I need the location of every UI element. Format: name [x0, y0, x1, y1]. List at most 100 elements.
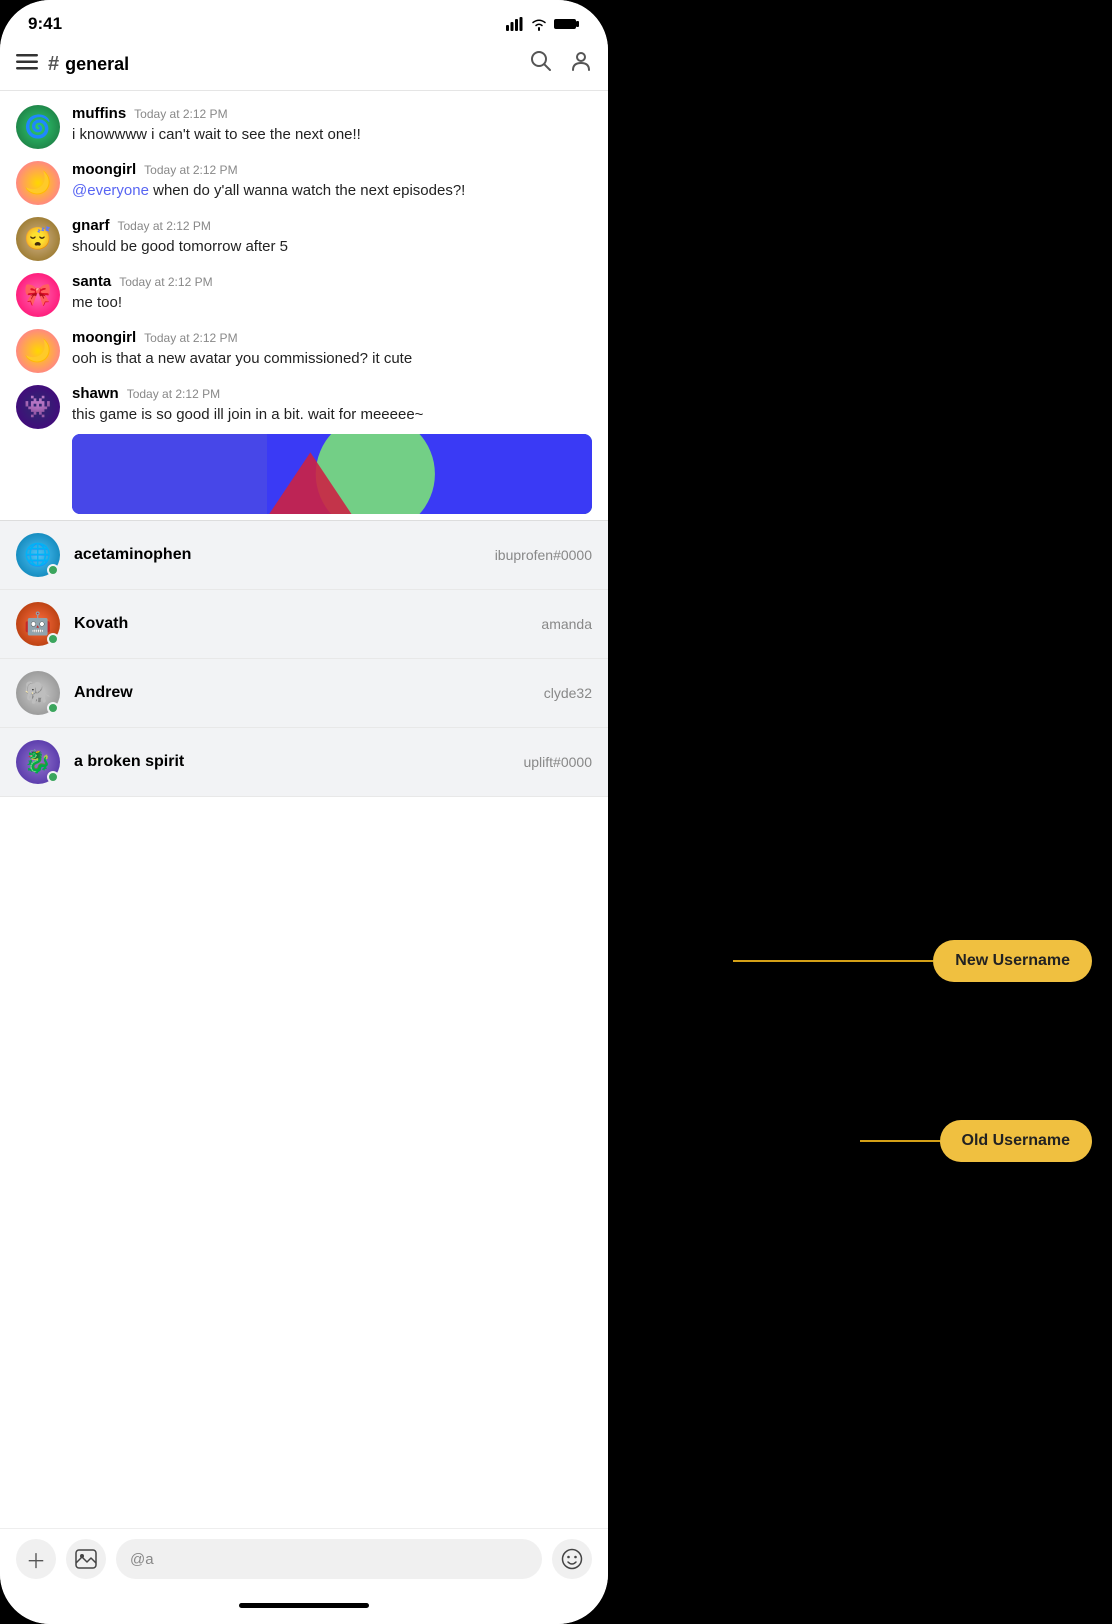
member-avatar-wrap: 🐉 [16, 740, 60, 784]
username-muffins: muffins [72, 105, 126, 122]
old-username-annotation: Old Username [860, 1120, 1092, 1162]
annotation-container: New Username Old Username [608, 0, 1112, 1624]
status-bar: 9:41 [0, 0, 608, 42]
member-handle: uplift#0000 [523, 754, 592, 770]
menu-lines [16, 54, 38, 70]
username-moongirl: moongirl [72, 161, 136, 178]
chat-area[interactable]: 🌀 muffins Today at 2:12 PM i knowwww i c… [0, 91, 608, 1528]
message-time: Today at 2:12 PM [134, 107, 227, 121]
online-indicator [47, 702, 59, 714]
username-santa: santa [72, 273, 111, 290]
message-header: moongirl Today at 2:12 PM [72, 161, 592, 178]
message-header: gnarf Today at 2:12 PM [72, 217, 592, 234]
member-row[interactable]: 🐘 Andrew clyde32 [0, 659, 608, 728]
message-content: shawn Today at 2:12 PM this game is so g… [72, 385, 592, 514]
member-handle: amanda [541, 616, 592, 632]
header-actions [530, 50, 592, 78]
avatar: 🎀 [16, 273, 60, 317]
image-embed [72, 434, 592, 514]
message-row: 👾 shawn Today at 2:12 PM this game is so… [0, 379, 608, 520]
member-row[interactable]: 🐉 a broken spirit uplift#0000 [0, 728, 608, 797]
message-content: santa Today at 2:12 PM me too! [72, 273, 592, 314]
message-text: @everyone when do y'all wanna watch the … [72, 180, 592, 202]
username-shawn: shawn [72, 385, 119, 402]
image-icon [75, 1549, 97, 1569]
members-icon[interactable] [570, 50, 592, 78]
message-content: muffins Today at 2:12 PM i knowwww i can… [72, 105, 592, 146]
message-row: 😴 gnarf Today at 2:12 PM should be good … [0, 211, 608, 267]
member-displayname: a broken spirit [74, 753, 509, 771]
home-indicator-wrap [0, 1603, 608, 1624]
message-header: santa Today at 2:12 PM [72, 273, 592, 290]
new-username-annotation: New Username [733, 940, 1092, 982]
wifi-icon [530, 17, 548, 31]
avatar: 🌙 [16, 329, 60, 373]
member-avatar-wrap: 🤖 [16, 602, 60, 646]
status-time: 9:41 [28, 14, 62, 34]
username-gnarf: gnarf [72, 217, 110, 234]
avatar: 👾 [16, 385, 60, 429]
plus-icon: ＋ [26, 1545, 46, 1574]
hash-icon: # [48, 53, 59, 76]
old-username-bubble: Old Username [940, 1120, 1092, 1162]
signal-icon [506, 17, 524, 31]
message-time: Today at 2:12 PM [118, 219, 211, 233]
message-text: ooh is that a new avatar you commissione… [72, 348, 592, 370]
online-indicator [47, 771, 59, 783]
member-row[interactable]: 🌐 acetaminophen ibuprofen#0000 [0, 521, 608, 590]
message-content: moongirl Today at 2:12 PM ooh is that a … [72, 329, 592, 370]
member-avatar-wrap: 🌐 [16, 533, 60, 577]
bottom-bar: ＋ @a [0, 1528, 608, 1603]
username-moongirl2: moongirl [72, 329, 136, 346]
mention-everyone: @everyone [72, 182, 149, 199]
emoji-icon [561, 1548, 583, 1570]
add-button[interactable]: ＋ [16, 1539, 56, 1579]
online-indicator [47, 564, 59, 576]
phone-container: 9:41 [0, 0, 608, 1624]
status-icons [506, 17, 580, 31]
message-header: moongirl Today at 2:12 PM [72, 329, 592, 346]
avatar: 🌙 [16, 161, 60, 205]
avatar: 😴 [16, 217, 60, 261]
message-content: moongirl Today at 2:12 PM @everyone when… [72, 161, 592, 202]
annotation-line-old [860, 1140, 940, 1142]
message-header: shawn Today at 2:12 PM [72, 385, 592, 402]
members-list: 🌐 acetaminophen ibuprofen#0000 🤖 Kovath … [0, 520, 608, 797]
header: # general [0, 42, 608, 91]
battery-icon [554, 17, 580, 31]
member-displayname: acetaminophen [74, 546, 481, 564]
member-avatar-wrap: 🐘 [16, 671, 60, 715]
avatar: 🌀 [16, 105, 60, 149]
message-row: 🌀 muffins Today at 2:12 PM i knowwww i c… [0, 99, 608, 155]
new-username-bubble: New Username [933, 940, 1092, 982]
message-text: this game is so good ill join in a bit. … [72, 404, 592, 426]
member-displayname: Andrew [74, 684, 530, 702]
message-time: Today at 2:12 PM [144, 163, 237, 177]
online-indicator [47, 633, 59, 645]
emoji-button[interactable] [552, 1539, 592, 1579]
message-text: should be good tomorrow after 5 [72, 236, 592, 258]
message-header: muffins Today at 2:12 PM [72, 105, 592, 122]
message-text: i knowwww i can't wait to see the next o… [72, 124, 592, 146]
member-row[interactable]: 🤖 Kovath amanda [0, 590, 608, 659]
hamburger-icon[interactable] [16, 53, 38, 76]
member-handle: ibuprofen#0000 [495, 547, 592, 563]
input-placeholder: @a [130, 1551, 154, 1568]
message-row: 🌙 moongirl Today at 2:12 PM @everyone wh… [0, 155, 608, 211]
message-row: 🎀 santa Today at 2:12 PM me too! [0, 267, 608, 323]
message-row: 🌙 moongirl Today at 2:12 PM ooh is that … [0, 323, 608, 379]
message-text: me too! [72, 292, 592, 314]
message-time: Today at 2:12 PM [127, 387, 220, 401]
member-handle: clyde32 [544, 685, 592, 701]
channel-title: # general [48, 53, 530, 76]
search-icon[interactable] [530, 50, 552, 78]
member-displayname: Kovath [74, 615, 527, 633]
message-content: gnarf Today at 2:12 PM should be good to… [72, 217, 592, 258]
image-button[interactable] [66, 1539, 106, 1579]
channel-name: general [65, 54, 129, 75]
annotation-line-new [733, 960, 933, 962]
message-input[interactable]: @a [116, 1539, 542, 1579]
message-time: Today at 2:12 PM [119, 275, 212, 289]
home-indicator [239, 1603, 369, 1608]
message-time: Today at 2:12 PM [144, 331, 237, 345]
